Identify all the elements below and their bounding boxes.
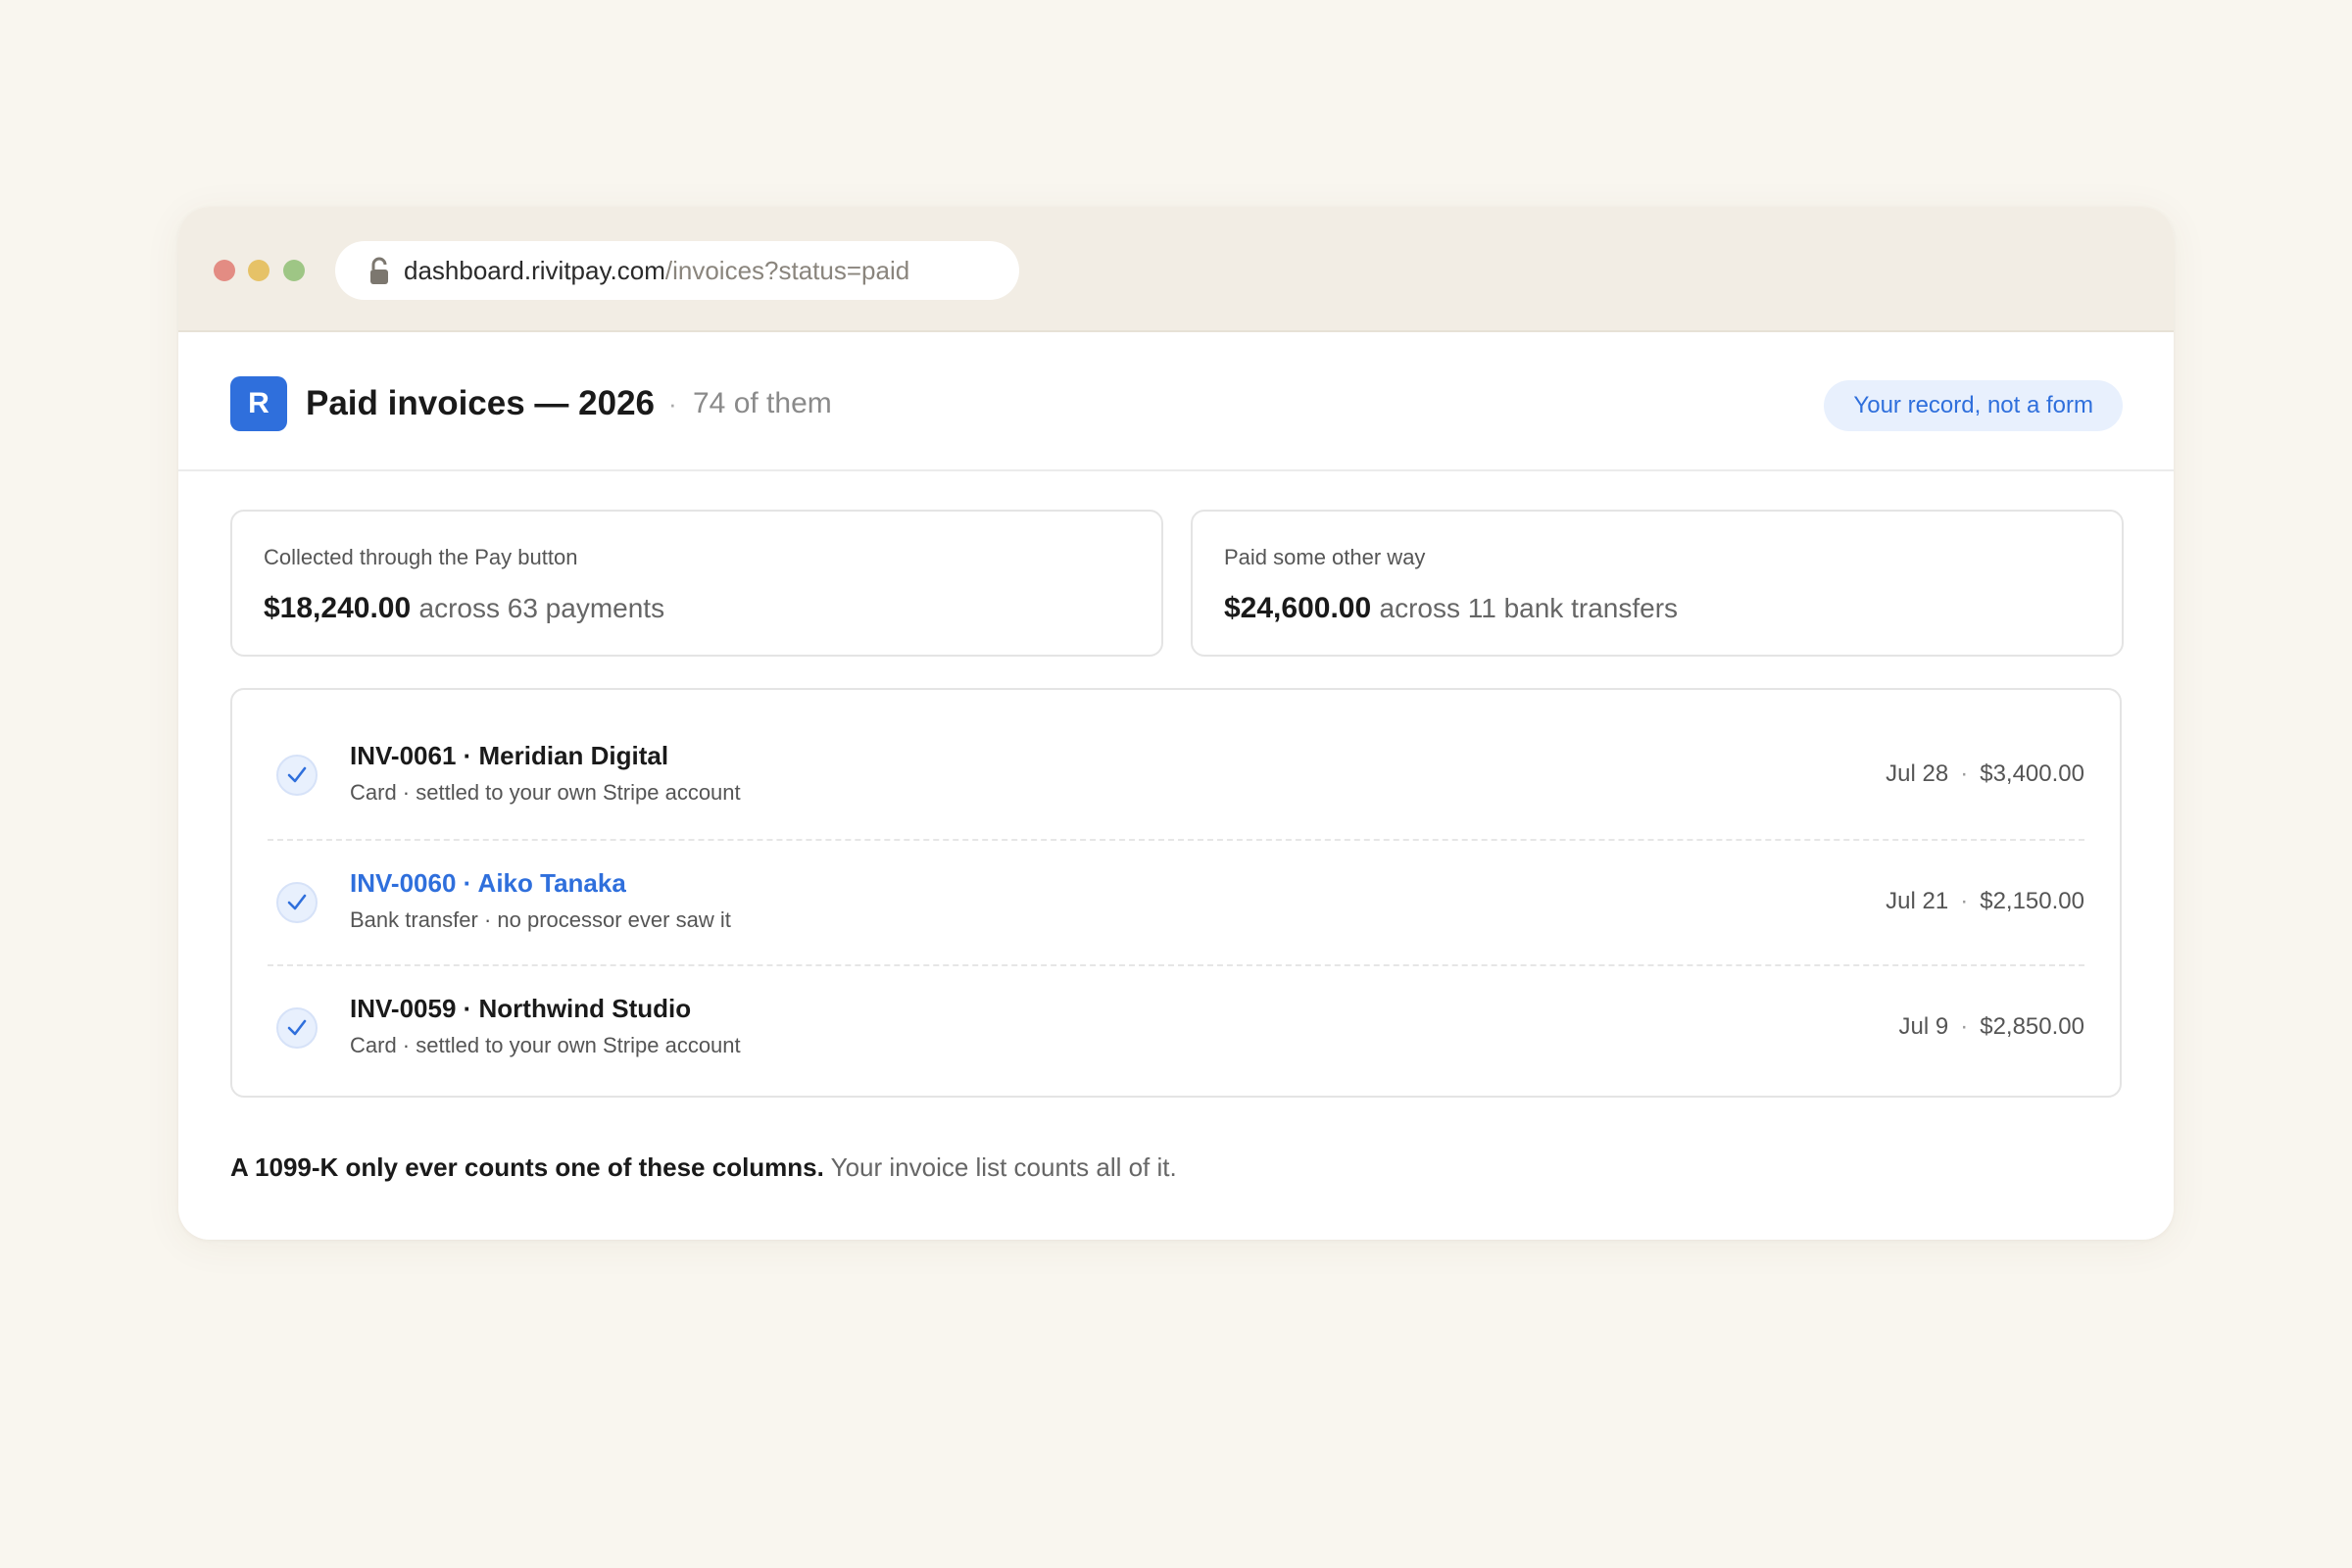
app-logo: R (230, 376, 287, 431)
invoice-count: 74 of them (693, 387, 832, 419)
card-detail: across 63 payments (418, 593, 665, 623)
invoice-date: Jul 9 (1898, 1013, 1949, 1040)
invoice-title[interactable]: INV-0060 · Aiko Tanaka (350, 868, 626, 899)
url-host: dashboard.rivitpay.com (404, 256, 665, 285)
invoice-amount: $2,150.00 (1980, 888, 2084, 914)
card-label: Paid some other way (1224, 545, 1426, 569)
card-value: $24,600.00 across 11 bank transfers (1224, 592, 1678, 625)
meta-separator: · (1960, 1013, 1969, 1040)
invoice-meta: Jul 28 · $3,400.00 (1886, 760, 2084, 788)
footer-rest: Your invoice list counts all of it. (823, 1152, 1177, 1182)
footer-note: A 1099-K only ever counts one of these c… (230, 1152, 1177, 1183)
maximize-window-button[interactable] (283, 260, 305, 281)
url-text: dashboard.rivitpay.com/invoices?status=p… (404, 241, 909, 300)
meta-separator: · (1960, 888, 1969, 914)
invoice-date: Jul 21 (1886, 888, 1949, 914)
summary-cards: Collected through the Pay button $18,240… (230, 510, 2124, 657)
card-detail: across 11 bank transfers (1379, 593, 1679, 623)
invoice-amount: $3,400.00 (1980, 760, 2084, 787)
footer-strong: A 1099-K only ever counts one of these c… (230, 1152, 824, 1182)
check-icon (276, 882, 318, 923)
page-header: R Paid invoices — 2026 · 74 of them Your… (178, 332, 2174, 471)
lock-icon (368, 257, 390, 286)
card-value: $18,240.00 across 63 payments (264, 592, 664, 625)
invoice-meta: Jul 21 · $2,150.00 (1886, 888, 2084, 915)
card-amount: $24,600.00 (1224, 592, 1372, 624)
summary-card-other: Paid some other way $24,600.00 across 11… (1191, 510, 2124, 657)
title-separator: · (668, 389, 677, 418)
invoice-list: INV-0061 · Meridian Digital Card · settl… (230, 688, 2122, 1098)
invoice-subtitle: Bank transfer · no processor ever saw it (350, 907, 731, 932)
invoice-amount: $2,850.00 (1980, 1013, 2084, 1040)
check-icon (276, 755, 318, 796)
invoice-title[interactable]: INV-0061 · Meridian Digital (350, 741, 668, 771)
page-title: Paid invoices — 2026 (306, 384, 656, 422)
minimize-window-button[interactable] (248, 260, 270, 281)
browser-chrome: dashboard.rivitpay.com/invoices?status=p… (178, 207, 2174, 332)
summary-card-pay-button: Collected through the Pay button $18,240… (230, 510, 1163, 657)
invoice-subtitle: Card · settled to your own Stripe accoun… (350, 780, 741, 805)
close-window-button[interactable] (214, 260, 235, 281)
browser-window: dashboard.rivitpay.com/invoices?status=p… (178, 207, 2174, 1240)
invoice-date: Jul 28 (1886, 760, 1949, 787)
invoice-subtitle: Card · settled to your own Stripe accoun… (350, 1033, 741, 1057)
invoice-meta: Jul 9 · $2,850.00 (1899, 1013, 2084, 1041)
card-amount: $18,240.00 (264, 592, 412, 624)
invoice-row[interactable]: INV-0060 · Aiko Tanaka Bank transfer · n… (268, 839, 2084, 966)
invoice-row[interactable]: INV-0061 · Meridian Digital Card · settl… (268, 713, 2084, 839)
check-icon (276, 1007, 318, 1049)
card-label: Collected through the Pay button (264, 545, 578, 569)
invoice-row[interactable]: INV-0059 · Northwind Studio Card · settl… (268, 964, 2084, 1092)
url-path: /invoices?status=paid (664, 256, 910, 285)
invoice-title[interactable]: INV-0059 · Northwind Studio (350, 994, 691, 1024)
meta-separator: · (1960, 760, 1969, 787)
address-bar[interactable]: dashboard.rivitpay.com/invoices?status=p… (335, 241, 1019, 300)
record-badge: Your record, not a form (1824, 380, 2123, 431)
